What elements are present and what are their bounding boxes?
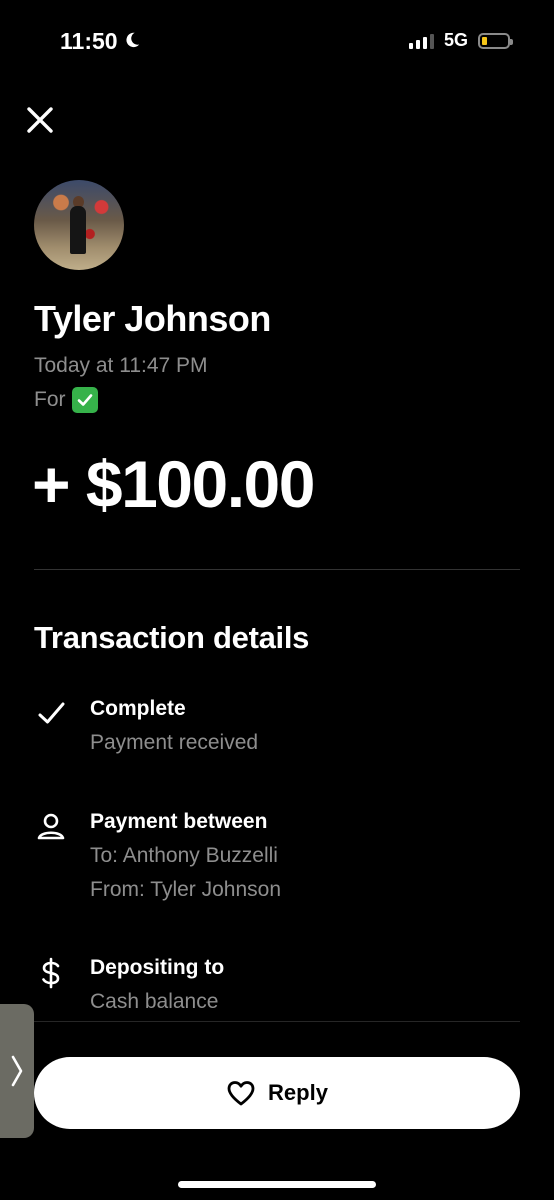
- detail-title: Complete: [90, 697, 186, 720]
- dollar-icon: [34, 956, 68, 990]
- check-mark-emoji-icon: [71, 387, 98, 413]
- close-button[interactable]: [22, 102, 58, 138]
- payment-note: For: [34, 387, 98, 413]
- clock-text: 11:50: [60, 28, 118, 54]
- reply-label: Reply: [268, 1080, 328, 1105]
- reply-button[interactable]: Reply: [34, 1057, 520, 1129]
- side-panel-handle[interactable]: [0, 1004, 34, 1138]
- sender-name: Tyler Johnson: [34, 298, 271, 339]
- detail-title: Payment between: [90, 810, 268, 833]
- detail-line: Payment received: [90, 731, 259, 754]
- home-indicator[interactable]: [178, 1181, 376, 1188]
- network-type: 5G: [443, 30, 468, 50]
- payment-detail-screen: 11:50 5G Tyler Johnson Today at 11:47 PM…: [0, 0, 554, 1200]
- transaction-details-heading: Transaction details: [34, 620, 310, 655]
- checkmark-icon: [34, 697, 68, 731]
- close-icon: [27, 107, 53, 133]
- signal-icon: [408, 33, 434, 49]
- detail-line-to: To: Anthony Buzzelli: [90, 844, 278, 867]
- battery-icon: [478, 32, 513, 49]
- divider: [34, 569, 520, 570]
- detail-line-from: From: Tyler Johnson: [90, 878, 282, 901]
- avatar[interactable]: [34, 180, 124, 270]
- detail-title: Depositing to: [90, 956, 225, 979]
- status-bar-indicators: 5G: [408, 30, 513, 51]
- detail-line: Cash balance: [90, 990, 219, 1013]
- chevron-right-icon: [11, 1055, 23, 1087]
- person-icon: [34, 810, 68, 844]
- status-bar-time: 11:50: [60, 28, 141, 55]
- payment-amount: + $100.00: [32, 447, 315, 521]
- payment-timestamp: Today at 11:47 PM: [34, 354, 208, 377]
- bottom-divider: [34, 1021, 520, 1022]
- moon-icon: [123, 28, 141, 55]
- heart-icon: [227, 1081, 255, 1106]
- for-label: For: [34, 388, 66, 411]
